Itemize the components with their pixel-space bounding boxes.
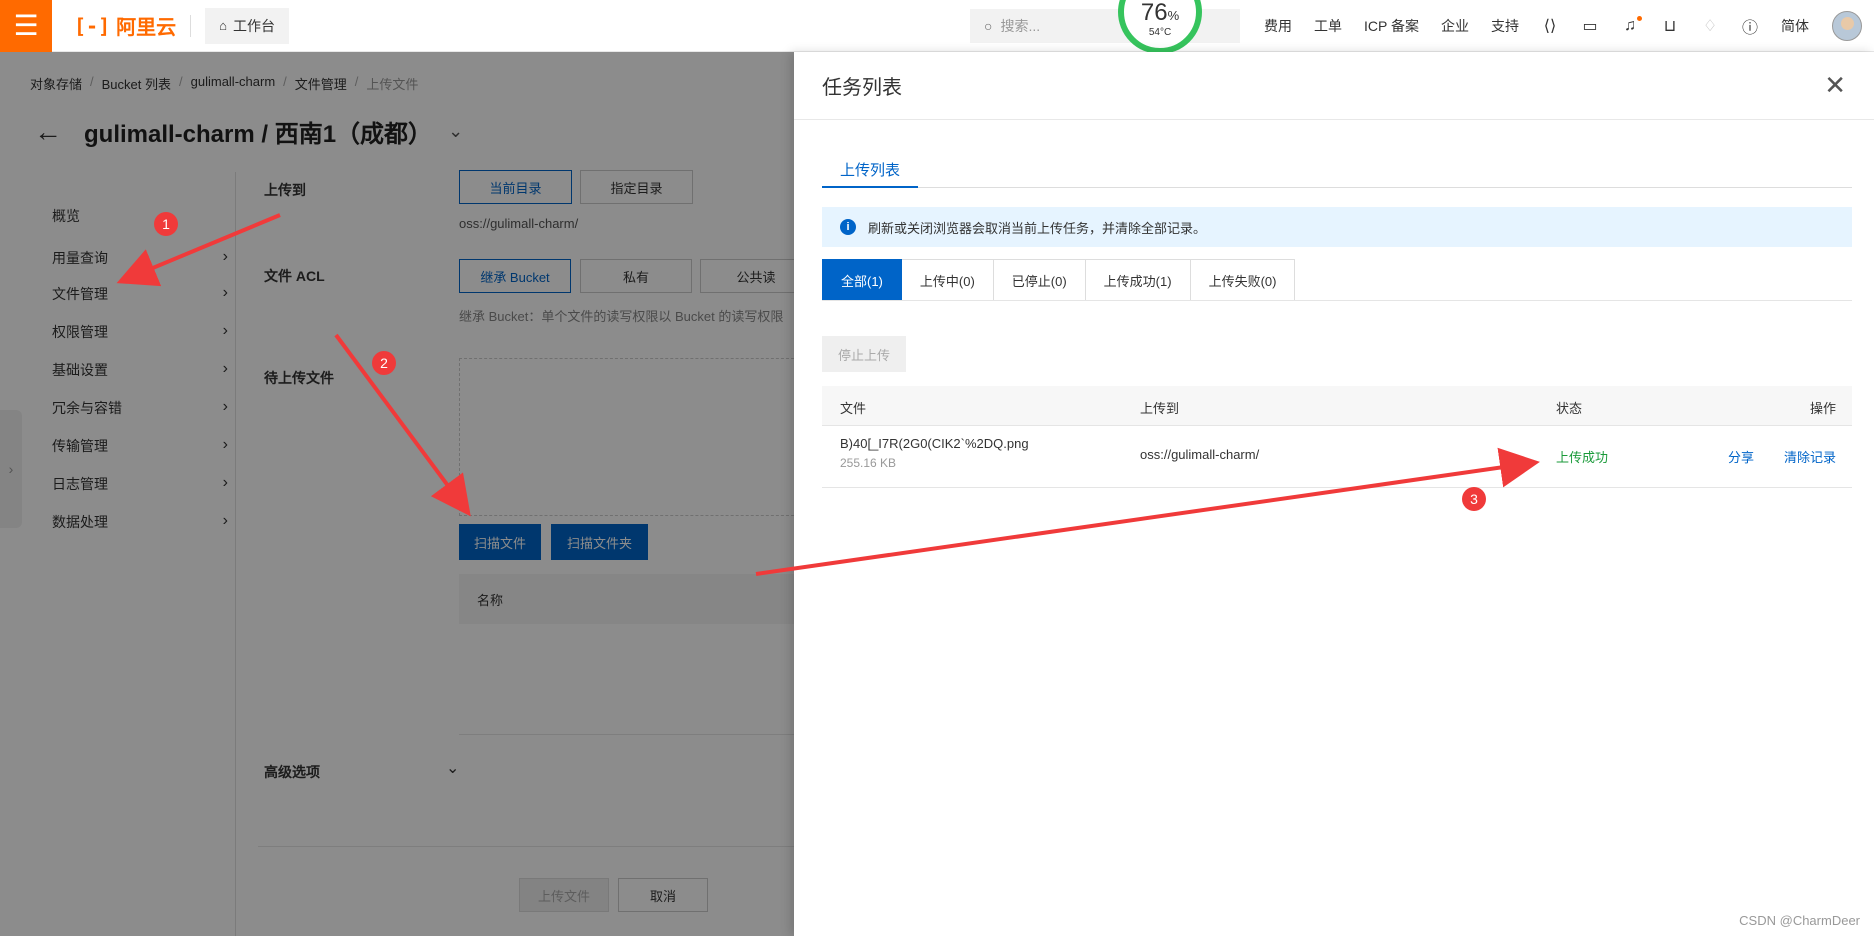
column-header-dest: 上传到 xyxy=(1140,401,1180,416)
nav-billing[interactable]: 费用 xyxy=(1264,16,1292,36)
column-header-status: 状态 xyxy=(1556,401,1583,416)
home-icon: ⌂ xyxy=(219,18,227,33)
drawer-title: 任务列表 xyxy=(822,77,902,99)
cart-icon[interactable]: ⊔ xyxy=(1660,16,1680,36)
divider xyxy=(190,14,192,37)
annotation-badge-1: 1 xyxy=(154,212,178,236)
nav-enterprise[interactable]: 企业 xyxy=(1441,16,1469,36)
file-size: 255.16 KB xyxy=(840,456,897,470)
gauge-temp: 54°C xyxy=(1148,27,1172,38)
search-placeholder: 搜索... xyxy=(1000,18,1041,34)
workbench-label: 工作台 xyxy=(232,17,275,34)
divider xyxy=(822,300,1852,301)
top-right-nav: 费用 工单 ICP 备案 企业 支持 ⟨⟩ ▭ ♫ ⊔ ♢ ⓘ 简体 xyxy=(1253,0,1862,52)
gauge-unit: % xyxy=(1167,8,1180,23)
help-icon[interactable]: ⓘ xyxy=(1740,16,1760,37)
filter-success[interactable]: 上传成功(1) xyxy=(1085,259,1191,301)
modal-backdrop[interactable] xyxy=(0,52,794,936)
table-row: B)40[_I7R(2G0(CIK2`%2DQ.png 255.16 KB os… xyxy=(822,426,1852,488)
filter-all[interactable]: 全部(1) xyxy=(822,259,902,301)
avatar[interactable] xyxy=(1832,11,1862,41)
filter-uploading[interactable]: 上传中(0) xyxy=(901,259,994,301)
tab-upload-list[interactable]: 上传列表 xyxy=(822,152,919,188)
lightbulb-icon[interactable]: ♢ xyxy=(1700,16,1720,36)
annotation-badge-3: 3 xyxy=(1462,487,1486,511)
status-filter-group: 全部(1) 上传中(0) 已停止(0) 上传成功(1) 上传失败(0) xyxy=(822,259,1296,301)
share-link[interactable]: 分享 xyxy=(1728,447,1754,466)
aliyun-logo[interactable]: [-] 阿里云 xyxy=(74,11,176,40)
task-list-drawer: 任务列表 ✕ 上传列表 i 刷新或关闭浏览器会取消当前上传任务，并清除全部记录。… xyxy=(794,52,1874,936)
drawer-tabs: 上传列表 xyxy=(822,152,1852,188)
language-switch[interactable]: 简体 xyxy=(1781,16,1809,36)
filter-failed[interactable]: 上传失败(0) xyxy=(1190,259,1296,301)
gauge-value: 76 xyxy=(1140,0,1168,26)
status-badge: 上传成功 xyxy=(1556,450,1609,465)
watermark: CSDN @CharmDeer xyxy=(1739,913,1860,928)
workbench-button[interactable]: ⌂ 工作台 xyxy=(205,7,289,44)
info-icon: i xyxy=(840,219,856,235)
drawer-header: 任务列表 ✕ xyxy=(794,52,1874,120)
filter-stopped[interactable]: 已停止(0) xyxy=(993,259,1086,301)
close-icon[interactable]: ✕ xyxy=(1824,70,1846,101)
column-header-file: 文件 xyxy=(840,401,867,416)
bell-icon[interactable]: ♫ xyxy=(1620,16,1642,36)
task-table-header: 文件 上传到 状态 操作 xyxy=(822,386,1852,426)
nav-ticket[interactable]: 工单 xyxy=(1314,16,1342,36)
nav-icp[interactable]: ICP 备案 xyxy=(1364,16,1419,36)
code-icon[interactable]: ⟨⟩ xyxy=(1540,16,1560,36)
notice-text: 刷新或关闭浏览器会取消当前上传任务，并清除全部记录。 xyxy=(868,220,1207,236)
stop-upload-button[interactable]: 停止上传 xyxy=(822,336,906,372)
logo-mark: [-] xyxy=(74,13,111,38)
clear-record-link[interactable]: 清除记录 xyxy=(1784,447,1836,466)
column-header-action: 操作 xyxy=(1809,401,1836,416)
hamburger-menu-icon[interactable]: ☰ xyxy=(0,0,52,52)
terminal-icon[interactable]: ▭ xyxy=(1580,16,1600,36)
search-icon: ○ xyxy=(984,18,993,34)
annotation-badge-2: 2 xyxy=(372,351,396,375)
upload-destination: oss://gulimall-charm/ xyxy=(1140,447,1260,462)
nav-support[interactable]: 支持 xyxy=(1491,16,1519,36)
file-name: B)40[_I7R(2G0(CIK2`%2DQ.png xyxy=(840,436,1029,451)
brand-name: 阿里云 xyxy=(116,17,177,39)
notice-banner: i 刷新或关闭浏览器会取消当前上传任务，并清除全部记录。 xyxy=(822,207,1852,247)
